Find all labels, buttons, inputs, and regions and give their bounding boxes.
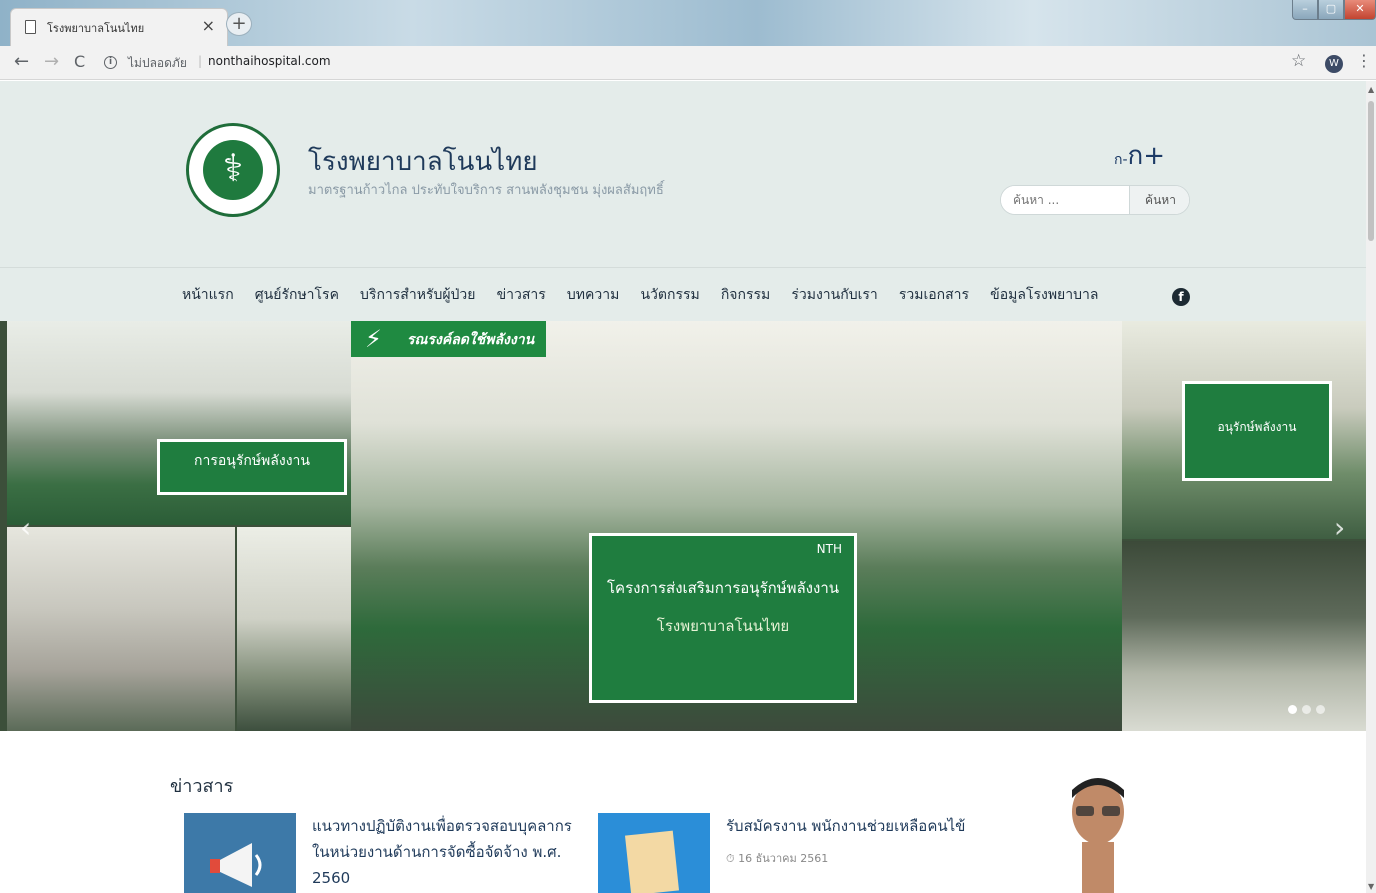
- news-thumbnail[interactable]: [184, 813, 296, 893]
- nav-item-activities[interactable]: กิจกรรม: [721, 284, 770, 306]
- slide-photo-left-bottom-a: [7, 527, 235, 731]
- reload-button[interactable]: C: [74, 51, 85, 73]
- search-button[interactable]: ค้นหา: [1129, 186, 1189, 214]
- slide-photo-main: รณรงค์ลดใช้พลังงาน โครงการส่งเสริมการอนุ…: [351, 321, 1122, 731]
- forward-button[interactable]: →: [44, 51, 59, 73]
- back-button[interactable]: ←: [14, 51, 29, 73]
- omnibox-separator: |: [198, 54, 203, 68]
- omnibox[interactable]: i ไม่ปลอดภัย | nonthaihospital.com: [104, 51, 1304, 75]
- facebook-icon[interactable]: f: [1172, 288, 1190, 306]
- caduceus-icon: [203, 140, 263, 200]
- nav-item-hospital-info[interactable]: ข้อมูลโรงพยาบาล: [990, 284, 1098, 306]
- new-tab-button[interactable]: +: [226, 12, 252, 36]
- page-scrollbar[interactable]: ▲ ▼: [1366, 81, 1376, 893]
- sign-right-text: อนุรักษ์พลังงาน: [1217, 420, 1297, 434]
- scroll-down-arrow[interactable]: ▼: [1368, 882, 1374, 891]
- slider-dot[interactable]: [1288, 705, 1297, 714]
- browser-tab[interactable]: โรงพยาบาลโนนไทย ×: [10, 8, 228, 46]
- news-card[interactable]: แนวทางปฏิบัติงานเพื่อตรวจสอบบุคลากร ในหน…: [184, 813, 584, 893]
- image-slider[interactable]: การอนุรักษ์พลังงาน รณรงค์ลดใช้พลังงาน โค…: [0, 321, 1366, 731]
- slider-prev-arrow[interactable]: ‹: [20, 511, 31, 544]
- nav-item-innovations[interactable]: นวัตกรรม: [640, 284, 699, 306]
- page-icon: [25, 20, 36, 34]
- profile-avatar[interactable]: W: [1325, 55, 1343, 73]
- tab-close-button[interactable]: ×: [202, 16, 215, 35]
- font-size-controls: ก-ก+: [1114, 135, 1165, 176]
- news-section-heading: ข่าวสาร: [170, 776, 234, 797]
- hospital-logo[interactable]: [186, 123, 280, 217]
- site-header: โรงพยาบาลโนนไทย มาตรฐานก้าวไกล ประทับใจบ…: [0, 81, 1366, 321]
- window-close-button[interactable]: ✕: [1344, 0, 1376, 20]
- clock-icon: ⏱: [726, 852, 739, 865]
- news-card[interactable]: รับสมัครงาน พนักงานช่วยเหลือคนไข้ ⏱ 16 ธ…: [598, 813, 1018, 893]
- news-title[interactable]: รับสมัครงาน พนักงานช่วยเหลือคนไข้: [726, 813, 1016, 839]
- news-thumbnail[interactable]: [598, 813, 710, 893]
- nav-item-documents[interactable]: รวมเอกสาร: [899, 284, 969, 306]
- web-page: โรงพยาบาลโนนไทย มาตรฐานก้าวไกล ประทับใจบ…: [0, 81, 1366, 893]
- site-tagline: มาตรฐานก้าวไกล ประทับใจบริการ สานพลังชุม…: [308, 183, 664, 198]
- sign-main-line2: โรงพยาบาลโนนไทย: [656, 617, 790, 635]
- nav-item-news[interactable]: ข่าวสาร: [497, 284, 546, 306]
- nav-item-treatment-centers[interactable]: ศูนย์รักษาโรค: [255, 284, 339, 306]
- nav-item-home[interactable]: หน้าแรก: [182, 284, 234, 306]
- news-date: ⏱ 16 ธันวาคม 2561: [726, 849, 828, 867]
- security-status: ไม่ปลอดภัย: [128, 56, 187, 70]
- url-text[interactable]: nonthaihospital.com: [208, 54, 331, 68]
- campaign-badge: รณรงค์ลดใช้พลังงาน: [351, 321, 547, 357]
- search-input[interactable]: [1001, 186, 1129, 214]
- slide-photo-left-bottom-b: [237, 527, 351, 731]
- slider-dot[interactable]: [1316, 705, 1325, 714]
- nav-item-patient-services[interactable]: บริการสำหรับผู้ป่วย: [360, 284, 475, 306]
- energy-sign-left: การอนุรักษ์พลังงาน: [157, 439, 347, 495]
- energy-sign-right: อนุรักษ์พลังงาน: [1182, 381, 1332, 481]
- scroll-thumb[interactable]: [1368, 101, 1374, 241]
- browser-menu-icon[interactable]: ⋮: [1356, 51, 1372, 70]
- slide-photo-right-top: อนุรักษ์พลังงาน: [1122, 321, 1366, 539]
- slide-photo-left-top: การอนุรักษ์พลังงาน: [7, 321, 351, 525]
- main-nav: หน้าแรก ศูนย์รักษาโรค บริการสำหรับผู้ป่ว…: [0, 267, 1366, 321]
- nav-item-articles[interactable]: บทความ: [567, 284, 619, 306]
- energy-sign-main: โครงการส่งเสริมการอนุรักษ์พลังงาน โรงพยา…: [589, 533, 857, 703]
- slider-next-arrow[interactable]: ›: [1334, 511, 1345, 544]
- slider-dots: [1288, 699, 1330, 718]
- sign-nth-text: NTH: [816, 542, 842, 556]
- window-maximize-button[interactable]: ▢: [1318, 0, 1344, 20]
- info-icon[interactable]: i: [104, 56, 117, 69]
- document-icon: [624, 830, 680, 893]
- search-form: ค้นหา: [1000, 185, 1190, 215]
- news-title[interactable]: แนวทางปฏิบัติงานเพื่อตรวจสอบบุคลากร ในหน…: [312, 813, 584, 891]
- browser-titlebar: โรงพยาบาลโนนไทย × + – ▢ ✕: [0, 0, 1376, 46]
- nav-item-careers[interactable]: ร่วมงานกับเรา: [791, 284, 877, 306]
- bookmark-star-icon[interactable]: ☆: [1291, 51, 1306, 71]
- slider-dot[interactable]: [1302, 705, 1311, 714]
- font-decrease-button[interactable]: ก-: [1114, 152, 1128, 168]
- sign-main-line1: โครงการส่งเสริมการอนุรักษ์พลังงาน: [607, 579, 839, 597]
- scroll-up-arrow[interactable]: ▲: [1368, 85, 1374, 94]
- director-photo: [1058, 776, 1138, 893]
- font-increase-button[interactable]: ก+: [1128, 141, 1166, 171]
- window-minimize-button[interactable]: –: [1292, 0, 1318, 20]
- news-date-text: 16 ธันวาคม 2561: [738, 852, 829, 865]
- address-bar: ← → C i ไม่ปลอดภัย | nonthaihospital.com…: [0, 46, 1376, 80]
- tab-title: โรงพยาบาลโนนไทย: [47, 22, 145, 35]
- sign-left-text: การอนุรักษ์พลังงาน: [194, 453, 310, 469]
- site-title[interactable]: โรงพยาบาลโนนไทย: [308, 141, 538, 182]
- megaphone-icon: [210, 843, 262, 887]
